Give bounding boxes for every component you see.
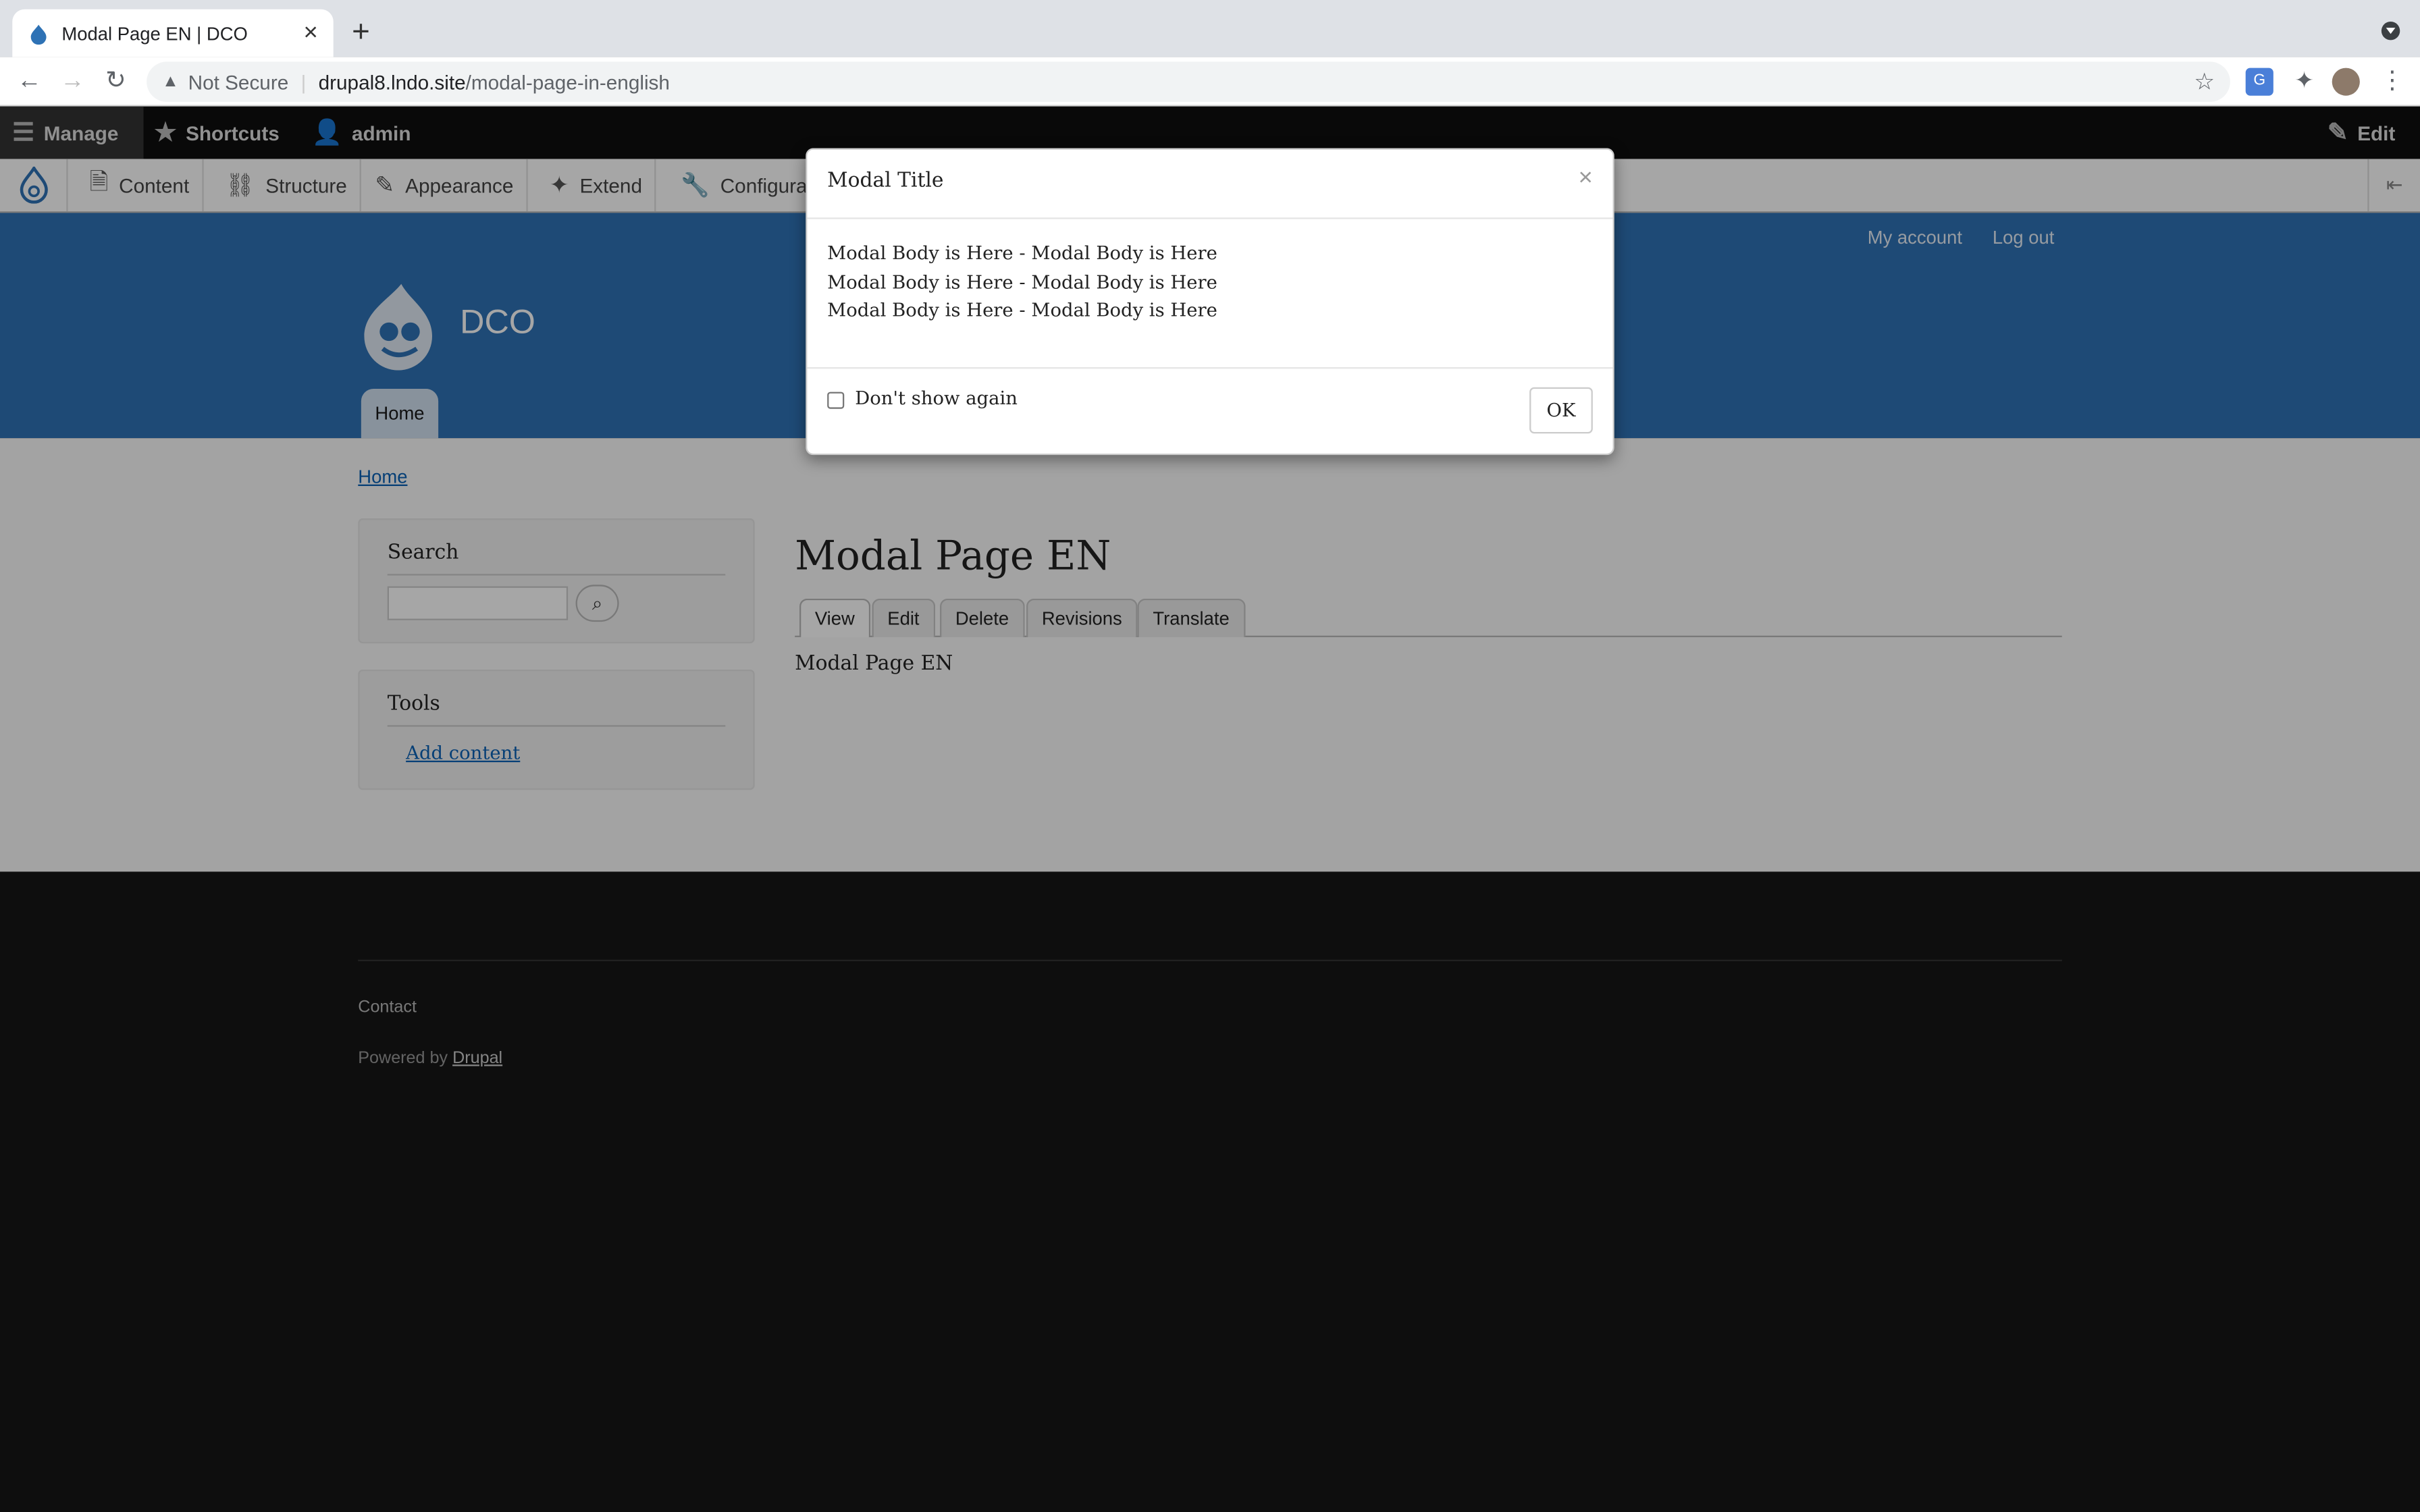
browser-window: Modal Page EN | DCO × + ← → ↻ ▲ Not Secu… <box>0 0 2420 1512</box>
modal-title: Modal Title <box>827 169 944 193</box>
modal-body: Modal Body is Here - Modal Body is Here … <box>827 239 1217 325</box>
address-bar[interactable]: ▲ Not Secure | drupal8.lndo.site/modal-p… <box>147 61 2230 102</box>
extensions-puzzle-icon[interactable]: ✦ <box>2290 68 2318 96</box>
drupal-favicon-icon <box>30 24 47 45</box>
forward-icon[interactable]: → <box>57 66 88 97</box>
dont-show-again-checkbox[interactable] <box>827 392 845 409</box>
modal-body-line: Modal Body is Here - Modal Body is Here <box>827 271 1217 293</box>
modal-dialog: Modal Title × Modal Body is Here - Modal… <box>806 148 1614 456</box>
ok-button[interactable]: OK <box>1529 387 1593 434</box>
tab-strip: Modal Page EN | DCO × + <box>0 0 2420 57</box>
dont-show-again-label[interactable]: Don't show again <box>855 387 1018 409</box>
modal-body-line: Modal Body is Here - Modal Body is Here <box>827 242 1217 264</box>
browser-menu-icon[interactable]: ⋮ <box>2378 68 2406 96</box>
back-icon[interactable]: ← <box>14 66 45 97</box>
close-tab-icon[interactable]: × <box>304 20 318 47</box>
reload-icon[interactable]: ↻ <box>101 66 132 97</box>
close-icon[interactable]: × <box>1579 165 1593 193</box>
profile-avatar[interactable] <box>2332 68 2360 96</box>
browser-toolbar: ← → ↻ ▲ Not Secure | drupal8.lndo.site/m… <box>0 57 2420 107</box>
new-tab-icon[interactable]: + <box>352 17 370 48</box>
url-path: /modal-page-in-english <box>465 70 670 94</box>
security-label[interactable]: Not Secure <box>188 70 289 93</box>
tab-title: Modal Page EN | DCO <box>61 22 248 45</box>
browser-tab[interactable]: Modal Page EN | DCO × <box>12 9 334 57</box>
bookmark-star-icon[interactable]: ☆ <box>2194 68 2215 96</box>
warning-icon[interactable]: ▲ <box>162 72 179 90</box>
tab-search-icon[interactable] <box>2381 22 2400 40</box>
modal-header: Modal Title × <box>807 150 1613 219</box>
modal-body-line: Modal Body is Here - Modal Body is Here <box>827 299 1217 321</box>
translate-extension-icon[interactable]: G <box>2245 68 2273 96</box>
url-host: drupal8.lndo.site <box>318 70 466 94</box>
address-separator: | <box>300 70 307 94</box>
modal-footer: Don't show again OK <box>807 367 1613 455</box>
